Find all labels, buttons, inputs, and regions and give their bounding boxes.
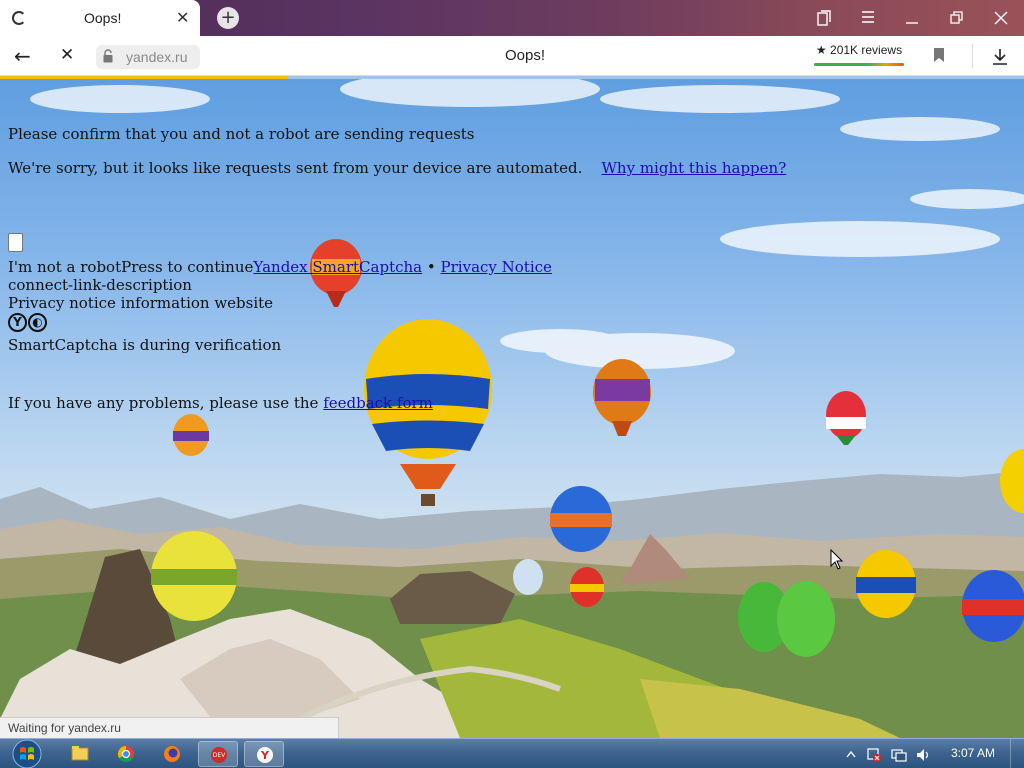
address-bar: ← ✕ yandex.ru Oops! ★ 201K reviews [0,36,1024,76]
download-icon[interactable] [992,48,1008,66]
title-bar: Oops! ✕ + [0,0,1024,36]
new-tab-button[interactable]: + [217,7,239,29]
menu-icon[interactable] [861,11,875,23]
sorry-text: We're sorry, but it looks like requests … [8,159,583,177]
collections-icon[interactable] [817,10,831,26]
reviews-label: 201K reviews [830,43,903,57]
tab-close-icon[interactable]: ✕ [176,8,189,27]
tab-active[interactable]: Oops! ✕ [0,0,200,36]
svg-text:Y: Y [260,749,270,762]
restore-icon[interactable] [950,11,964,25]
connect-link-description: connect-link-description [8,276,192,294]
toolbar-divider [972,44,973,68]
tray-expand-icon[interactable] [846,750,856,758]
robot-checkbox[interactable] [8,233,23,252]
yandex-smartcaptcha-link[interactable]: Yandex SmartCaptcha [253,258,422,276]
reviews-badge[interactable]: ★ 201K reviews [812,43,906,67]
taskbar: DEV Y 3:07 AM [0,738,1024,768]
feedback-form-link[interactable]: feedback form [323,394,433,412]
taskbar-chrome[interactable] [106,741,146,767]
loading-spinner-icon [12,11,26,25]
rating-bar [814,63,904,66]
file-explorer-icon [71,746,89,761]
separator-dot: • [426,258,436,276]
volume-icon[interactable] [915,747,931,763]
privacy-notice-link[interactable]: Privacy Notice [441,258,552,276]
page-content: Please confirm that you and not a robot … [0,79,1024,738]
checkbox-label: I'm not a robot [8,258,122,276]
status-bar: Waiting for yandex.ru [0,717,339,739]
captcha-heading: Please confirm that you and not a robot … [8,125,475,143]
mouse-cursor-icon [830,549,844,570]
svg-text:DEV: DEV [213,752,226,759]
problems-text: If you have any problems, please use the [8,394,319,412]
press-to-continue-text: Press to continue [121,258,254,276]
captcha-checkbox-line: I'm not a robotPress to continueYandex S… [8,258,552,276]
firefox-icon [164,746,180,762]
smartcaptcha-logos: Y ◐ [8,312,48,332]
privacy-info-text: Privacy notice information website [8,294,274,312]
network-icon[interactable] [891,747,907,763]
bookmark-icon[interactable] [933,47,945,63]
minimize-icon[interactable] [905,11,919,25]
yandex-y-icon: Y [8,313,27,332]
show-desktop-button[interactable] [1010,739,1024,768]
taskbar-yandex-browser[interactable]: Y [244,741,284,767]
devcpp-icon: DEV [211,747,227,763]
smartcaptcha-logo-icon: ◐ [28,313,47,332]
taskbar-devcpp[interactable]: DEV [198,741,238,767]
why-might-this-happen-link[interactable]: Why might this happen? [602,159,787,177]
captcha-sorry-line: We're sorry, but it looks like requests … [8,159,786,177]
close-window-icon[interactable] [994,11,1008,25]
tab-title: Oops! [84,10,122,26]
yandex-browser-icon: Y [257,747,273,763]
balloon [364,319,492,506]
windows-start-icon[interactable] [8,739,46,768]
system-clock[interactable]: 3:07 AM [951,746,995,760]
taskbar-file-explorer[interactable] [60,741,100,767]
chrome-icon [117,745,134,763]
action-center-icon[interactable] [866,747,882,763]
taskbar-firefox[interactable] [152,741,192,767]
problems-line: If you have any problems, please use the… [8,394,433,412]
verification-status: SmartCaptcha is during verification [8,336,282,354]
star-icon: ★ [815,43,827,57]
